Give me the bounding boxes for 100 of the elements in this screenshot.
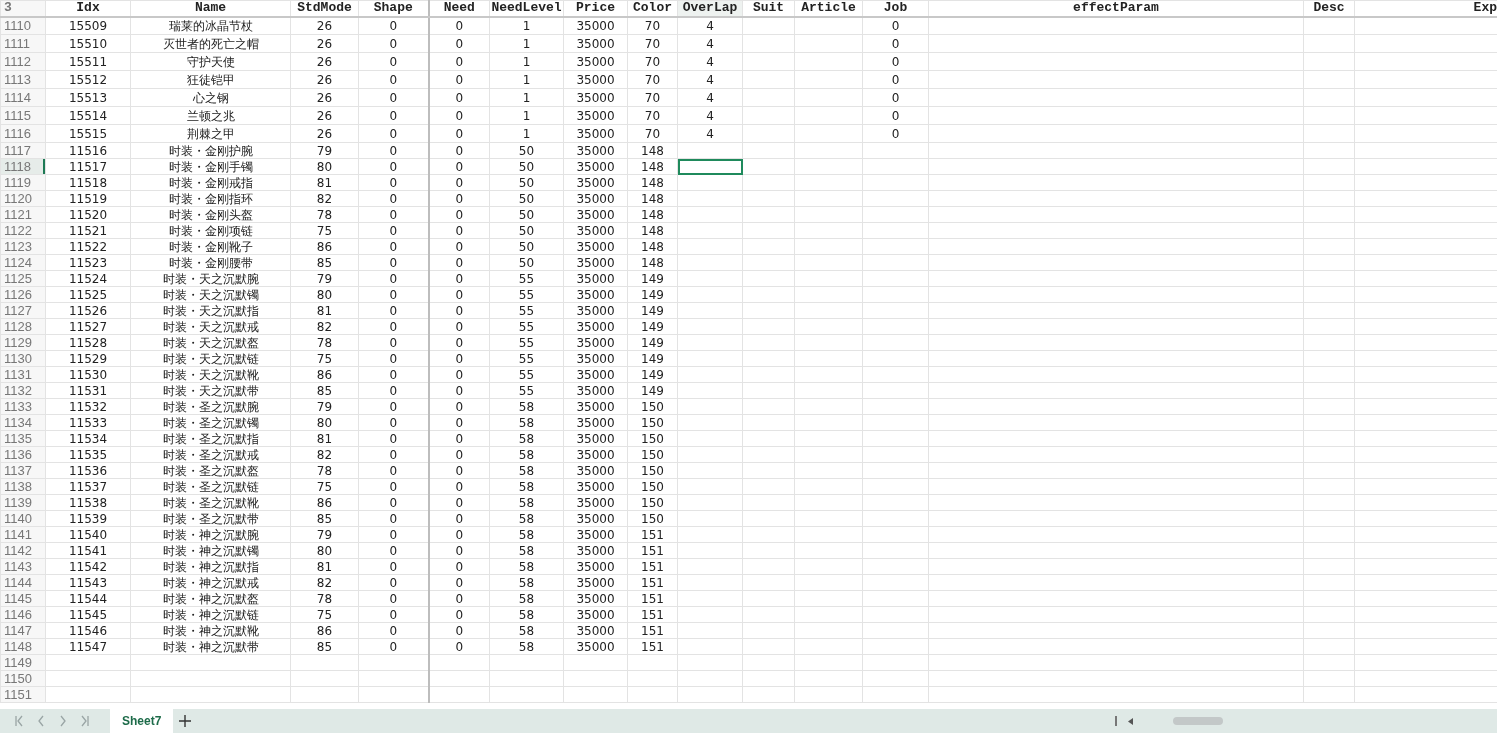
table-cell: 0 — [358, 526, 429, 543]
table-cell: 0 — [358, 462, 429, 479]
table-cell: 26 — [290, 16, 359, 35]
table-cell: 0 — [428, 366, 490, 383]
table-cell: 55 — [489, 350, 564, 367]
table-cell: 148 — [627, 158, 678, 175]
table-cell: 0 — [428, 190, 490, 207]
table-cell: 85 — [290, 382, 359, 399]
table-cell: 0 — [358, 70, 429, 89]
column-header[interactable]: OverLap — [677, 0, 743, 17]
table-cell: 0 — [428, 34, 490, 53]
table-cell: 35000 — [563, 430, 628, 447]
column-header[interactable]: Job — [862, 0, 929, 17]
table-cell: 58 — [489, 638, 564, 655]
column-header[interactable]: StdMode — [290, 0, 359, 17]
table-cell: 79 — [290, 270, 359, 287]
table-cell: 0 — [358, 34, 429, 53]
table-cell: 荆棘之甲 — [130, 124, 291, 143]
table-cell: 15512 — [45, 70, 131, 89]
table-cell: 时装・金刚指环 — [130, 190, 291, 207]
table-cell: 55 — [489, 270, 564, 287]
table-cell: 35000 — [563, 382, 628, 399]
column-header[interactable]: effectParam — [928, 0, 1304, 17]
table-cell: 0 — [358, 238, 429, 255]
table-cell: 58 — [489, 462, 564, 479]
table-cell: 0 — [358, 206, 429, 223]
table-cell: 0 — [358, 190, 429, 207]
table-cell: 0 — [862, 34, 929, 53]
table-cell: 0 — [428, 606, 490, 623]
table-cell: 35000 — [563, 638, 628, 655]
table-cell: 15514 — [45, 106, 131, 125]
column-header[interactable]: Idx — [45, 0, 131, 17]
column-header[interactable]: Price — [563, 0, 628, 17]
column-header[interactable]: Article — [794, 0, 863, 17]
column-header[interactable]: NeedLevel — [489, 0, 564, 17]
selected-cell[interactable] — [677, 158, 743, 175]
table-cell: 11538 — [45, 494, 131, 511]
table-cell: 1 — [489, 106, 564, 125]
table-cell: 0 — [428, 254, 490, 271]
table-cell: 151 — [627, 638, 678, 655]
table-cell: 50 — [489, 238, 564, 255]
table-cell: 58 — [489, 606, 564, 623]
table-cell: 78 — [290, 462, 359, 479]
table-cell: 35000 — [563, 558, 628, 575]
table-cell: 35000 — [563, 542, 628, 559]
table-cell: 0 — [358, 270, 429, 287]
scrollbar-thumb[interactable] — [1173, 717, 1223, 725]
table-cell: 75 — [290, 350, 359, 367]
table-cell: 58 — [489, 574, 564, 591]
table-cell: 0 — [862, 88, 929, 107]
table-cell: 11547 — [45, 638, 131, 655]
table-cell: 时装・神之沉默靴 — [130, 622, 291, 639]
row-number[interactable]: 3 — [0, 0, 46, 17]
table-cell: 0 — [358, 88, 429, 107]
table-cell: 11541 — [45, 542, 131, 559]
table-cell: 时装・圣之沉默戒 — [130, 446, 291, 463]
table-cell: 50 — [489, 222, 564, 239]
column-header[interactable]: Color — [627, 0, 678, 17]
table-cell: 86 — [290, 494, 359, 511]
table-cell: 0 — [428, 558, 490, 575]
table-cell: 35000 — [563, 526, 628, 543]
table-cell: 82 — [290, 574, 359, 591]
table-cell: 35000 — [563, 254, 628, 271]
column-header[interactable]: Exp — [1354, 0, 1497, 17]
table-cell: 11523 — [45, 254, 131, 271]
table-cell: 时装・金刚手镯 — [130, 158, 291, 175]
table-cell: 70 — [627, 52, 678, 71]
scroll-left-icon[interactable] — [1128, 717, 1133, 725]
table-cell: 0 — [358, 430, 429, 447]
table-cell: 瑞莱的冰晶节杖 — [130, 16, 291, 35]
table-cell: 15510 — [45, 34, 131, 53]
table-cell: 时装・神之沉默戒 — [130, 574, 291, 591]
table-cell: 58 — [489, 398, 564, 415]
table-cell: 0 — [862, 16, 929, 35]
table-cell: 时装・圣之沉默带 — [130, 510, 291, 527]
table-cell: 35000 — [563, 52, 628, 71]
table-cell: 150 — [627, 510, 678, 527]
column-header[interactable]: Name — [130, 0, 291, 17]
table-cell: 82 — [290, 446, 359, 463]
table-cell: 0 — [358, 16, 429, 35]
table-cell: 70 — [627, 34, 678, 53]
table-cell: 时装・神之沉默腕 — [130, 526, 291, 543]
table-cell: 0 — [358, 124, 429, 143]
table-cell: 0 — [428, 382, 490, 399]
table-cell: 0 — [428, 590, 490, 607]
column-header[interactable]: Shape — [358, 0, 429, 17]
table-cell: 11522 — [45, 238, 131, 255]
table-cell: 11516 — [45, 142, 131, 159]
column-header[interactable]: Desc — [1303, 0, 1355, 17]
sheet-tab[interactable]: Sheet7 — [110, 709, 174, 733]
table-cell: 0 — [358, 478, 429, 495]
table-cell: 0 — [358, 222, 429, 239]
table-cell: 35000 — [563, 238, 628, 255]
column-header[interactable]: Suit — [742, 0, 795, 17]
table-cell: 时装・圣之沉默链 — [130, 478, 291, 495]
column-header[interactable]: Need — [428, 0, 490, 17]
splitter-handle[interactable] — [1115, 716, 1118, 726]
table-cell: 0 — [428, 494, 490, 511]
table-cell: 86 — [290, 366, 359, 383]
table-cell: 35000 — [563, 70, 628, 89]
